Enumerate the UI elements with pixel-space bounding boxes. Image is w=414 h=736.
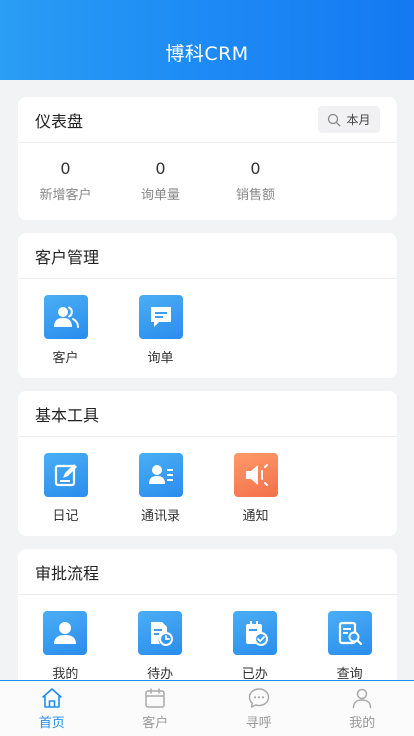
basic-tools-header: 基本工具 [18, 391, 397, 437]
approval-header: 审批流程 [18, 549, 397, 595]
tab-mine[interactable]: 我的 [311, 681, 414, 736]
contacts-icon [138, 453, 183, 497]
done-icon [232, 611, 277, 655]
customer-management-card: 客户管理 客户 询单 [18, 233, 397, 378]
tile-pending[interactable]: 待办 [113, 611, 208, 680]
stat-inquiries[interactable]: 0 询单量 [113, 143, 208, 219]
tile-inquiry[interactable]: 询单 [113, 295, 208, 366]
tile-diary[interactable]: 日记 [18, 453, 113, 524]
approval-grid: 我的 待办 已办 查询 [18, 595, 397, 680]
tile-customers[interactable]: 客户 [18, 295, 113, 366]
customer-management-header: 客户管理 [18, 233, 397, 279]
tile-done[interactable]: 已办 [208, 611, 303, 680]
tile-label: 客户 [52, 351, 79, 366]
tab-label: 首页 [38, 716, 65, 731]
stat-value: 0 [60, 159, 71, 178]
dashboard-header: 仪表盘 本月 [18, 97, 397, 143]
tile-contacts[interactable]: 通讯录 [113, 453, 208, 524]
basic-tools-grid: 日记 通讯录 通知 [18, 437, 397, 524]
app-title: 博科CRM [165, 43, 249, 65]
home-icon [41, 688, 62, 708]
query-icon [327, 611, 372, 655]
stat-new-customers[interactable]: 0 新增客户 [18, 143, 113, 219]
approval-card: 审批流程 我的 待办 已办 查询 [18, 549, 397, 680]
stat-sales[interactable]: 0 销售额 [208, 143, 303, 219]
chat-icon [248, 688, 269, 708]
tile-label: 待办 [147, 667, 174, 680]
customer-management-grid: 客户 询单 [18, 279, 397, 366]
tab-label: 客户 [142, 716, 169, 731]
stat-value: 0 [250, 159, 261, 178]
customer-management-title: 客户管理 [35, 247, 100, 267]
basic-tools-card: 基本工具 日记 通讯录 通知 [18, 391, 397, 536]
calendar-icon [145, 688, 165, 708]
stat-label: 销售额 [235, 188, 275, 203]
stat-label: 新增客户 [39, 188, 92, 203]
tile-label: 我的 [52, 667, 79, 680]
pending-icon [138, 611, 183, 655]
stats-row: 0 新增客户 0 询单量 0 销售额 [18, 143, 397, 219]
basic-tools-title: 基本工具 [35, 405, 100, 425]
tab-pager[interactable]: 寻呼 [207, 681, 311, 736]
tile-label: 询单 [147, 351, 174, 366]
dashboard-card: 仪表盘 本月 0 新增客户 0 询单量 0 销售额 [18, 97, 397, 220]
tile-label: 日记 [52, 509, 79, 524]
approval-title: 审批流程 [35, 563, 100, 583]
period-filter-label: 本月 [346, 113, 371, 127]
main-content[interactable]: 仪表盘 本月 0 新增客户 0 询单量 0 销售额 客户管理 客户 询单 基本工… [0, 80, 414, 680]
user-icon [353, 688, 372, 709]
stat-label: 询单量 [140, 188, 180, 203]
tile-label: 已办 [241, 667, 268, 680]
diary-icon [43, 453, 88, 497]
search-icon [328, 113, 341, 126]
notification-icon [233, 453, 278, 497]
tile-query[interactable]: 查询 [302, 611, 397, 680]
dashboard-title: 仪表盘 [35, 111, 84, 131]
tile-my-approval[interactable]: 我的 [18, 611, 113, 680]
bottom-tab-bar: 首页 客户 寻呼 我的 [0, 680, 414, 736]
my-approval-icon [43, 611, 88, 655]
tab-label: 我的 [349, 716, 376, 731]
tile-label: 查询 [336, 667, 363, 680]
period-filter-button[interactable]: 本月 [318, 106, 380, 133]
tile-notification[interactable]: 通知 [208, 453, 303, 524]
tile-label: 通讯录 [140, 509, 180, 524]
customers-icon [43, 295, 88, 339]
inquiry-icon [138, 295, 183, 339]
tab-label: 寻呼 [245, 716, 272, 731]
app-header: 博科CRM [0, 0, 414, 80]
tile-label: 通知 [242, 509, 269, 524]
tab-home[interactable]: 首页 [0, 681, 104, 736]
tab-customers[interactable]: 客户 [104, 681, 208, 736]
stat-value: 0 [155, 159, 166, 178]
